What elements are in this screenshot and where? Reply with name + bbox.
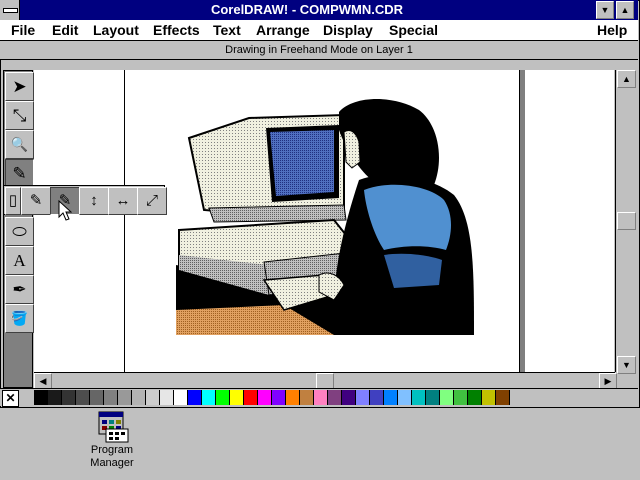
color-swatch[interactable] [496, 390, 510, 405]
freehand-mode-icon[interactable]: ✎ [21, 187, 51, 215]
outline-pen-tool-icon[interactable]: ✒ [5, 275, 34, 304]
color-swatch[interactable] [34, 390, 48, 405]
text-tool-icon[interactable]: A [5, 246, 34, 275]
pick-tool-icon[interactable]: ➤ [5, 72, 34, 101]
mouse-cursor-icon [58, 200, 72, 221]
palette-swatches [34, 390, 510, 405]
pencil-tool-icon[interactable]: ✎ [5, 159, 34, 188]
color-swatch[interactable] [216, 390, 230, 405]
menu-file[interactable]: File [11, 20, 35, 41]
color-swatch[interactable] [146, 390, 160, 405]
color-swatch[interactable] [202, 390, 216, 405]
color-swatch[interactable] [104, 390, 118, 405]
color-swatch[interactable] [230, 390, 244, 405]
page-border-left [124, 70, 125, 372]
color-swatch[interactable] [160, 390, 174, 405]
menu-bar: File Edit Layout Effects Text Arrange Di… [0, 20, 638, 41]
program-manager-label-line2: Manager [90, 457, 134, 469]
color-swatch[interactable] [132, 390, 146, 405]
menu-help[interactable]: Help [597, 20, 627, 41]
horizontal-dimension-icon[interactable]: ↔ [108, 187, 138, 215]
color-swatch[interactable] [48, 390, 62, 405]
color-swatch[interactable] [286, 390, 300, 405]
menu-layout[interactable]: Layout [93, 20, 139, 41]
no-fill-swatch[interactable]: ✕ [2, 390, 19, 407]
ellipse-tool-icon[interactable]: ⬭ [5, 217, 34, 246]
menu-edit[interactable]: Edit [52, 20, 78, 41]
color-swatch[interactable] [174, 390, 188, 405]
program-manager-label[interactable]: Program Manager [76, 444, 148, 470]
menu-effects[interactable]: Effects [153, 20, 200, 41]
page-shadow-right [519, 70, 525, 372]
color-swatch[interactable] [342, 390, 356, 405]
color-swatch[interactable] [314, 390, 328, 405]
color-swatch[interactable] [272, 390, 286, 405]
color-swatch[interactable] [90, 390, 104, 405]
rectangle-tool-icon[interactable]: ▯ [5, 187, 21, 215]
color-palette: ✕ [0, 388, 638, 407]
color-swatch[interactable] [468, 390, 482, 405]
color-swatch[interactable] [426, 390, 440, 405]
menu-text[interactable]: Text [213, 20, 241, 41]
color-swatch[interactable] [356, 390, 370, 405]
vertical-dimension-icon[interactable]: ↕ [79, 187, 109, 215]
color-swatch[interactable] [188, 390, 202, 405]
title-bar[interactable]: CorelDRAW! - COMPWMN.CDR ▼ ▲ [0, 0, 638, 20]
drawing-canvas[interactable] [34, 70, 614, 372]
color-swatch[interactable] [118, 390, 132, 405]
system-menu-button[interactable] [0, 0, 20, 20]
menu-display[interactable]: Display [323, 20, 373, 41]
vertical-scroll-thumb[interactable] [617, 212, 636, 230]
pencil-flyout: ▯ ✎ ✎ ↕ ↔ ⤢ [3, 185, 167, 215]
shape-tool-icon[interactable]: ⤡ [5, 101, 34, 130]
program-manager-label-line1: Program [90, 444, 134, 456]
maximize-button[interactable]: ▲ [616, 1, 634, 19]
menu-special[interactable]: Special [389, 20, 438, 41]
color-swatch[interactable] [300, 390, 314, 405]
color-swatch[interactable] [398, 390, 412, 405]
zoom-tool-icon[interactable]: 🔍 [5, 130, 34, 159]
color-swatch[interactable] [328, 390, 342, 405]
color-swatch[interactable] [244, 390, 258, 405]
computer-woman-clipart[interactable] [34, 70, 614, 372]
menu-arrange[interactable]: Arrange [256, 20, 310, 41]
window-title: CorelDRAW! - COMPWMN.CDR [210, 2, 404, 17]
status-line: Drawing in Freehand Mode on Layer 1 [0, 41, 638, 60]
horizontal-scrollbar[interactable]: ◀ ▶ [34, 372, 617, 390]
vertical-scrollbar[interactable]: ▲ ▼ [615, 70, 636, 374]
program-manager-icon[interactable] [96, 411, 130, 443]
color-swatch[interactable] [62, 390, 76, 405]
color-swatch[interactable] [384, 390, 398, 405]
fill-tool-icon[interactable]: 🪣 [5, 304, 34, 333]
color-swatch[interactable] [482, 390, 496, 405]
color-swatch[interactable] [412, 390, 426, 405]
scroll-down-button[interactable]: ▼ [617, 356, 636, 374]
system-menu-icon [3, 8, 18, 13]
toolbox: ➤ ⤡ 🔍 ✎ ⬭ A ✒ 🪣 [3, 70, 34, 388]
color-swatch[interactable] [370, 390, 384, 405]
minimize-button[interactable]: ▼ [596, 1, 614, 19]
color-swatch[interactable] [76, 390, 90, 405]
color-swatch[interactable] [440, 390, 454, 405]
angular-dimension-icon[interactable]: ⤢ [137, 187, 167, 215]
scroll-up-button[interactable]: ▲ [617, 70, 636, 88]
color-swatch[interactable] [258, 390, 272, 405]
color-swatch[interactable] [454, 390, 468, 405]
